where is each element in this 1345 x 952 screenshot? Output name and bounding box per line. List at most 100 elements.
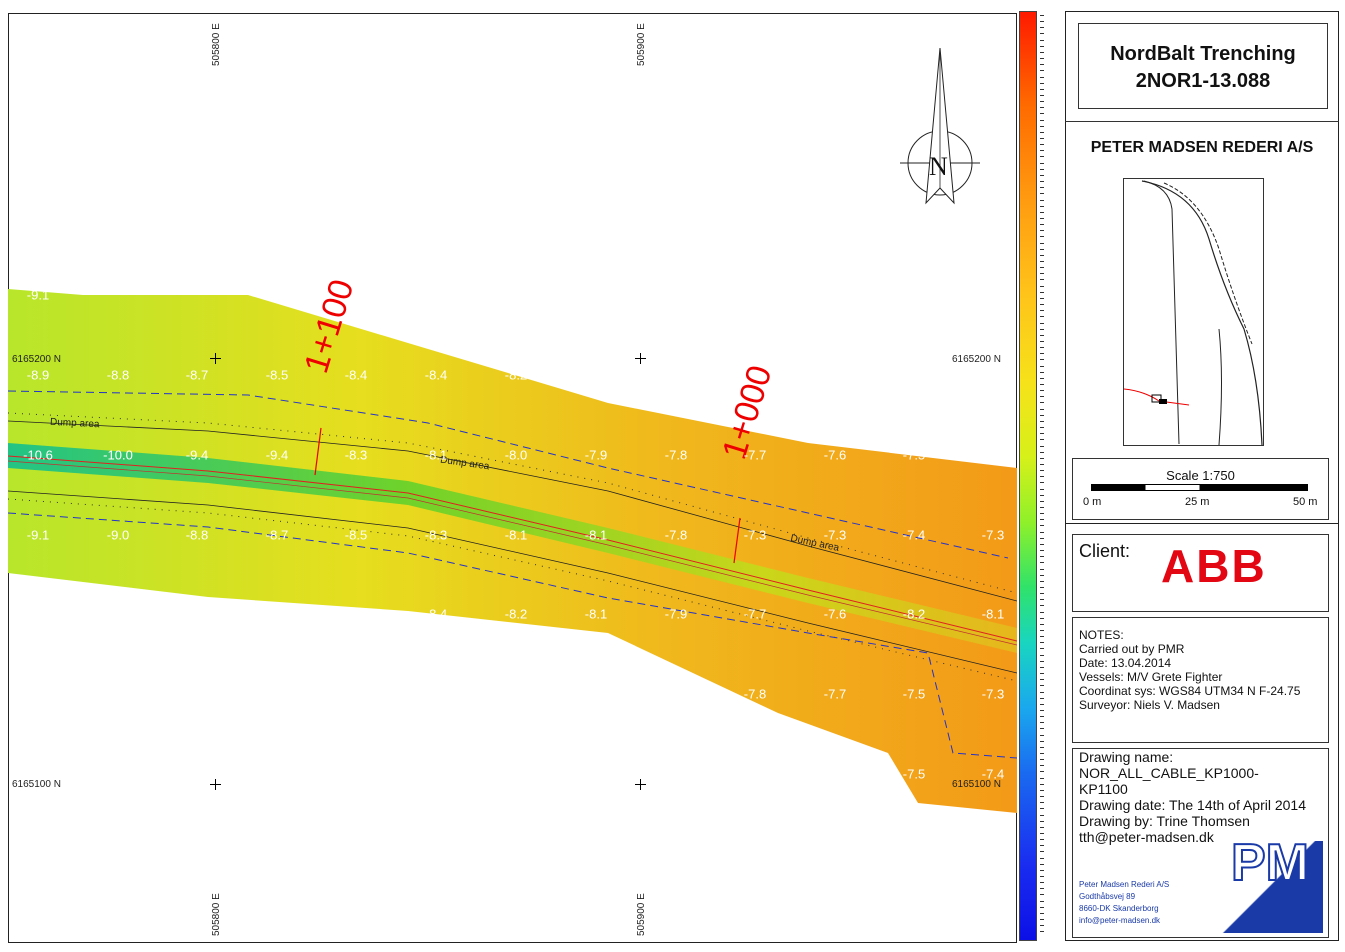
legend-tick xyxy=(1040,611,1044,613)
legend-tick xyxy=(1040,697,1044,699)
legend-tick xyxy=(1040,113,1044,115)
legend-tick xyxy=(1040,125,1044,127)
legend-tick xyxy=(1040,894,1044,896)
pm-contact-line: Godthåbsvej 89 xyxy=(1079,892,1136,901)
company-name: PETER MADSEN REDERI A/S xyxy=(1090,139,1314,156)
legend-tick xyxy=(1040,562,1044,564)
location-overview-map xyxy=(1123,178,1264,446)
legend-tick xyxy=(1040,168,1044,170)
project-title-box: NordBalt Trenching 2NOR1-13.088 xyxy=(1078,23,1328,109)
legend-tick xyxy=(1040,703,1044,705)
depth-label: -7.8 xyxy=(664,447,688,463)
legend-tick xyxy=(1040,304,1044,306)
legend-tick xyxy=(1040,217,1044,219)
legend-tick xyxy=(1040,347,1044,349)
northing-label: 6165200 N xyxy=(12,354,61,365)
legend-tick xyxy=(1040,131,1044,133)
north-label: N xyxy=(929,152,948,181)
legend-tick xyxy=(1040,181,1044,183)
depth-label: -8.3 xyxy=(344,447,368,463)
legend-tick xyxy=(1040,162,1044,164)
legend-tick xyxy=(1040,507,1044,508)
project-code: 2NOR1-13.088 xyxy=(1135,70,1271,92)
scale-bar xyxy=(1091,484,1308,491)
legend-tick xyxy=(1040,390,1044,392)
depth-label: -8.5 xyxy=(344,527,368,543)
depth-label: -7.4 xyxy=(981,766,1005,782)
scale-box: Scale 1:750 0 m 25 m 50 m xyxy=(1072,458,1329,520)
legend-tick xyxy=(1040,58,1044,60)
legend-tick xyxy=(1040,39,1044,41)
legend-tick xyxy=(1040,513,1044,515)
legend-tick xyxy=(1040,408,1044,410)
legend-tick xyxy=(1040,679,1044,681)
depth-label: -7.5 xyxy=(902,766,926,782)
legend-tick xyxy=(1040,814,1044,816)
grid-crosshair xyxy=(210,779,221,790)
legend-tick xyxy=(1040,789,1044,791)
client-label: Client: xyxy=(1079,541,1131,561)
legend-tick xyxy=(1040,931,1044,933)
legend-tick xyxy=(1040,568,1044,570)
project-title: NordBalt Trenching xyxy=(1110,43,1296,65)
depth-label: -8.1 xyxy=(504,527,528,543)
depth-label: -7.3 xyxy=(743,527,767,543)
drawing-info-box: Drawing name: NOR_ALL_CABLE_KP1000- KP11… xyxy=(1072,748,1329,938)
depth-label: -7.5 xyxy=(902,686,926,702)
legend-tick xyxy=(1040,174,1044,176)
depth-label: -8.8 xyxy=(185,527,209,543)
legend-tick xyxy=(1040,261,1044,262)
legend-tick xyxy=(1040,543,1044,545)
legend-tick xyxy=(1040,642,1044,644)
legend-tick xyxy=(1040,519,1044,521)
legend-tick xyxy=(1040,316,1044,318)
legend-tick xyxy=(1040,882,1044,884)
legend-tick xyxy=(1040,236,1044,238)
depth-label: -7.4 xyxy=(902,527,926,543)
depth-label: -8.7 xyxy=(185,367,209,383)
legend-tick xyxy=(1040,851,1044,853)
legend-tick xyxy=(1040,709,1044,711)
legend-tick xyxy=(1040,808,1044,810)
legend-tick xyxy=(1040,765,1044,767)
legend-tick xyxy=(1040,556,1044,558)
legend-tick xyxy=(1040,476,1044,478)
legend-tick xyxy=(1040,832,1044,834)
pm-contact-line: Peter Madsen Rederi A/S xyxy=(1079,880,1170,889)
divider xyxy=(1065,523,1339,524)
legend-tick xyxy=(1040,414,1044,416)
notes-heading: NOTES: xyxy=(1079,628,1124,642)
depth-label: -8.1 xyxy=(584,367,608,383)
depth-label: -10.0 xyxy=(103,447,133,463)
legend-tick xyxy=(1040,82,1044,84)
legend-tick xyxy=(1040,802,1044,804)
depth-label: -8.4 xyxy=(344,367,368,383)
legend-tick xyxy=(1040,550,1044,552)
legend-tick xyxy=(1040,371,1044,373)
legend-tick xyxy=(1040,384,1044,385)
legend-tick xyxy=(1040,593,1044,595)
legend-tick xyxy=(1040,297,1044,299)
northing-label: 6165200 N xyxy=(952,354,1001,365)
legend-tick xyxy=(1040,722,1044,724)
scale-tick: 25 m xyxy=(1185,496,1210,508)
legend-tick xyxy=(1040,525,1044,527)
legend-tick xyxy=(1040,242,1044,244)
legend-tick xyxy=(1040,919,1044,921)
depth-label: -8.1 xyxy=(584,606,608,622)
depth-label: -9.1 xyxy=(26,527,50,543)
legend-tick xyxy=(1040,839,1044,841)
legend-tick xyxy=(1040,869,1044,871)
legend-tick xyxy=(1040,746,1044,748)
legend-tick xyxy=(1040,630,1044,631)
depth-label: -7.6 xyxy=(823,606,847,622)
legend-tick xyxy=(1040,285,1044,287)
legend-tick xyxy=(1040,365,1044,367)
depth-label: -7.8 xyxy=(743,686,767,702)
depth-label: -8.2 xyxy=(504,367,528,383)
easting-label: 505900 E xyxy=(636,23,647,66)
legend-tick xyxy=(1040,150,1044,152)
grid-crosshair xyxy=(210,353,221,364)
legend-tick xyxy=(1040,691,1044,693)
legend-tick xyxy=(1040,291,1044,293)
